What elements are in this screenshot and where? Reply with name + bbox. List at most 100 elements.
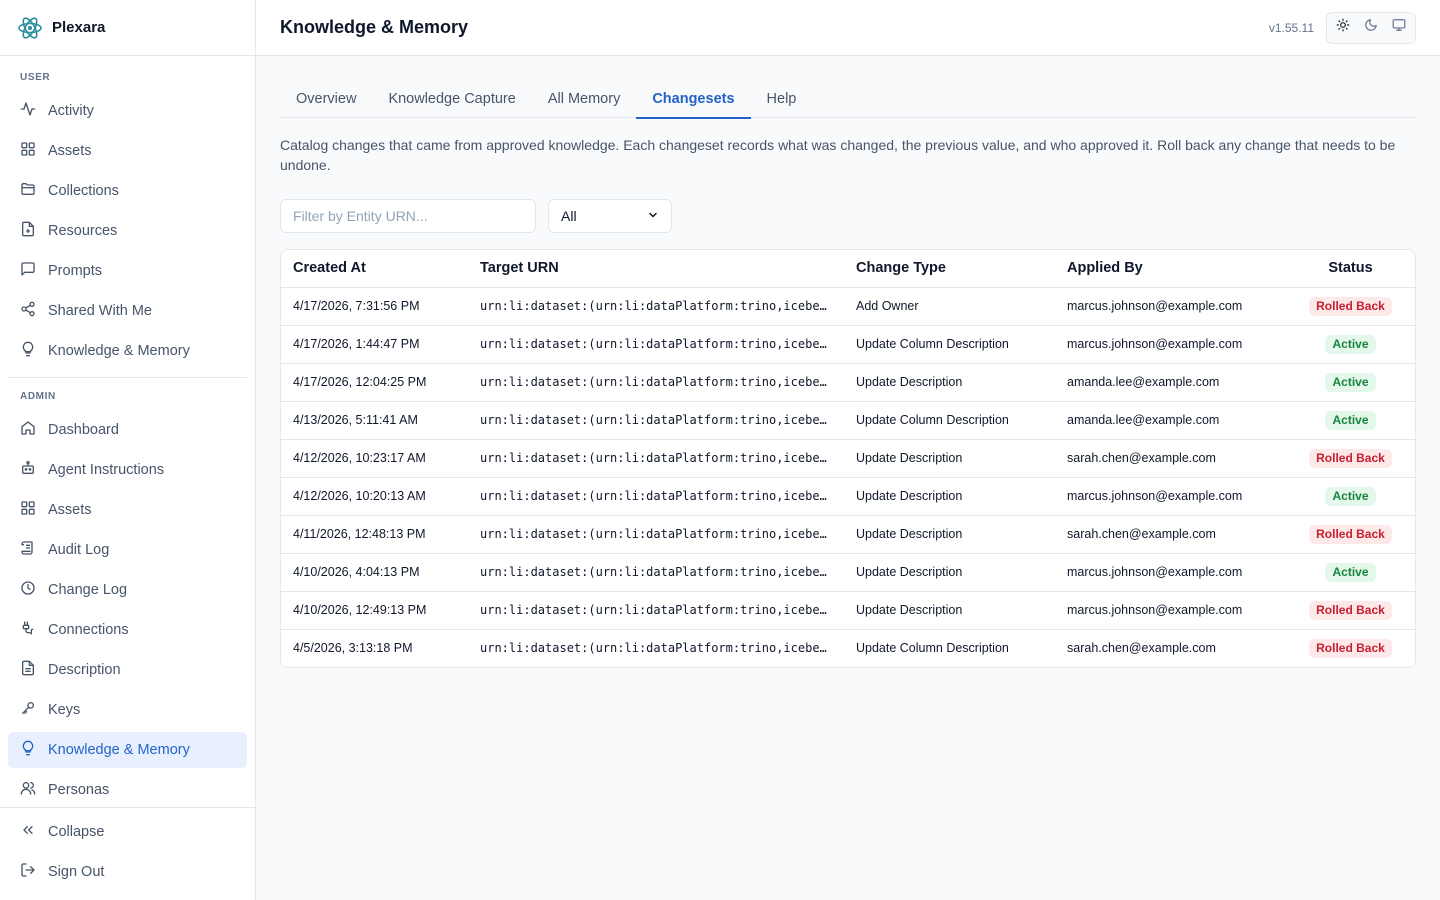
- main-content: Overview Knowledge Capture All Memory Ch…: [280, 56, 1416, 668]
- tab-overview[interactable]: Overview: [280, 80, 372, 118]
- tab-help[interactable]: Help: [751, 80, 813, 118]
- filter-bar: All: [280, 199, 1416, 233]
- column-header-created-at[interactable]: Created At: [281, 250, 468, 288]
- sidebar-item-change-log[interactable]: Change Log: [8, 572, 247, 608]
- grid-icon: [20, 500, 36, 520]
- users-icon: [20, 780, 36, 800]
- urn-filter-input[interactable]: [280, 199, 536, 233]
- sidebar-item-label: Knowledge & Memory: [48, 343, 190, 359]
- sidebar-item-personas[interactable]: Personas: [8, 772, 247, 808]
- sidebar-item-connections[interactable]: Connections: [8, 612, 247, 648]
- sidebar-item-description[interactable]: Description: [8, 652, 247, 688]
- table-header-row: Created At Target URN Change Type Applie…: [281, 250, 1415, 288]
- column-header-status[interactable]: Status: [1284, 250, 1415, 288]
- table-row[interactable]: 4/12/2026, 10:23:17 AM urn:li:dataset:(ur…: [281, 439, 1415, 478]
- sidebar-item-activity[interactable]: Activity: [8, 93, 247, 129]
- column-header-change-type[interactable]: Change Type: [844, 250, 1055, 288]
- cell-change-type: Update Description: [844, 477, 1055, 516]
- cell-applied-by: sarah.chen@example.com: [1067, 641, 1216, 656]
- column-header-applied-by[interactable]: Applied By: [1055, 250, 1284, 288]
- sidebar-item-knowledge-memory[interactable]: Knowledge & Memory: [8, 333, 247, 369]
- header-right: v1.55.11: [1269, 11, 1416, 44]
- sidebar-item-dashboard[interactable]: Dashboard: [8, 412, 247, 448]
- status-badge: Rolled Back: [1309, 448, 1392, 468]
- sidebar-item-audit-log[interactable]: Audit Log: [8, 532, 247, 568]
- cell-applied-by: marcus.johnson@example.com: [1055, 591, 1284, 630]
- message-icon: [20, 261, 36, 281]
- atom-logo-icon: [16, 14, 44, 42]
- cell-applied-by: sarah.chen@example.com: [1055, 439, 1284, 478]
- sidebar-item-resources[interactable]: Resources: [8, 213, 247, 249]
- sidebar-item-admin-knowledge-memory[interactable]: Knowledge & Memory: [8, 732, 247, 768]
- status-badge: Rolled Back: [1309, 600, 1392, 620]
- tab-changesets[interactable]: Changesets: [636, 80, 751, 119]
- cell-status: Active: [1284, 401, 1415, 440]
- status-badge: Active: [1325, 486, 1376, 506]
- table-row[interactable]: 4/17/2026, 12:04:25 PM urn:li:dataset:(ur…: [281, 363, 1415, 402]
- sidebar-divider: [8, 377, 247, 378]
- home-icon: [20, 420, 36, 440]
- plug-icon: [20, 620, 36, 640]
- cell-applied-by: sarah.chen@example.com: [1055, 515, 1284, 554]
- tab-knowledge-capture[interactable]: Knowledge Capture: [372, 80, 531, 118]
- brand[interactable]: Plexara: [0, 0, 255, 56]
- folder-icon: [20, 181, 36, 201]
- table-row[interactable]: 4/11/2026, 12:48:13 PM urn:li:dataset:(ur…: [281, 515, 1415, 554]
- cell-applied-by: marcus.johnson@example.com: [1055, 477, 1284, 516]
- cell-change-type: Add Owner: [844, 287, 1055, 326]
- table-row[interactable]: 4/13/2026, 5:11:41 AM urn:li:dataset:(urn…: [281, 401, 1415, 440]
- sign-out-button[interactable]: Sign Out: [8, 854, 247, 890]
- table-row[interactable]: 4/17/2026, 7:31:56 PM urn:li:dataset:(urn…: [281, 287, 1415, 326]
- sidebar-item-agent-instructions[interactable]: Agent Instructions: [8, 452, 247, 488]
- cell-created-at: 4/13/2026, 5:11:41 AM: [281, 401, 468, 440]
- cell-created-at: 4/12/2026, 10:23:17 AM: [281, 439, 468, 478]
- dark-theme-button[interactable]: [1357, 14, 1385, 42]
- sidebar-item-label: Personas: [48, 782, 110, 798]
- cell-status: Active: [1284, 363, 1415, 402]
- tab-bar: Overview Knowledge Capture All Memory Ch…: [280, 80, 1416, 119]
- collapse-button[interactable]: Collapse: [8, 814, 247, 850]
- theme-toggle: [1326, 11, 1416, 44]
- cell-target-urn: urn:li:dataset:(urn:li:dataPlatform:trin…: [468, 401, 844, 440]
- cell-applied-by: marcus.johnson@example.com: [1055, 553, 1284, 592]
- clock-icon: [20, 580, 36, 600]
- table-row[interactable]: 4/10/2026, 12:49:13 PM urn:li:dataset:(ur…: [281, 591, 1415, 630]
- sidebar-item-shared-with-me[interactable]: Shared With Me: [8, 293, 247, 329]
- sidebar-item-keys[interactable]: Keys: [8, 692, 247, 728]
- light-theme-button[interactable]: [1329, 14, 1357, 42]
- status-filter-value: All: [561, 208, 577, 224]
- changesets-description: Catalog changes that came from approved …: [280, 137, 1396, 173]
- sidebar-item-label: Description: [48, 662, 121, 678]
- cell-created-at: 4/10/2026, 4:04:13 PM: [281, 553, 468, 592]
- sidebar-item-label: Collections: [48, 183, 119, 199]
- sidebar-item-label: Resources: [48, 223, 118, 239]
- table-row[interactable]: 4/5/2026, 3:13:18 PM urn:li:dataset:(urn:…: [281, 629, 1415, 667]
- column-header-target-urn[interactable]: Target URN: [468, 250, 844, 288]
- system-theme-button[interactable]: [1385, 14, 1413, 42]
- cell-created-at: 4/17/2026, 12:04:25 PM: [281, 363, 468, 402]
- sidebar-item-assets[interactable]: Assets: [8, 133, 247, 169]
- tab-all-memory[interactable]: All Memory: [532, 80, 637, 118]
- sidebar-item-label: Prompts: [48, 263, 102, 279]
- cell-status: Rolled Back: [1284, 439, 1415, 478]
- cell-target-urn: urn:li:dataset:(urn:li:dataPlatform:trin…: [468, 515, 844, 554]
- status-filter-select[interactable]: All: [548, 199, 672, 233]
- sidebar-item-admin-assets[interactable]: Assets: [8, 492, 247, 528]
- sidebar-item-collections[interactable]: Collections: [8, 173, 247, 209]
- grid-icon: [20, 141, 36, 161]
- cell-target-urn: urn:li:dataset:(urn:li:dataPlatform:trin…: [468, 325, 844, 364]
- status-badge: Active: [1325, 372, 1376, 392]
- sidebar-item-label: Keys: [48, 702, 81, 718]
- user-nav: Activity Assets Collections Resources Pr…: [0, 93, 255, 369]
- activity-icon: [20, 101, 36, 121]
- table-row[interactable]: 4/10/2026, 4:04:13 PM urn:li:dataset:(urn…: [281, 553, 1415, 592]
- bot-icon: [20, 460, 36, 480]
- sidebar-item-label: Activity: [48, 103, 94, 119]
- sidebar-item-prompts[interactable]: Prompts: [8, 253, 247, 289]
- sidebar-item-label: Assets: [48, 143, 92, 159]
- key-icon: [20, 700, 36, 720]
- table-row[interactable]: 4/12/2026, 10:20:13 AM urn:li:dataset:(ur…: [281, 477, 1415, 516]
- table-row[interactable]: 4/17/2026, 1:44:47 PM urn:li:dataset:(urn…: [281, 325, 1415, 364]
- sidebar-item-label: Dashboard: [48, 422, 119, 438]
- cell-created-at: 4/12/2026, 10:20:13 AM: [281, 477, 468, 516]
